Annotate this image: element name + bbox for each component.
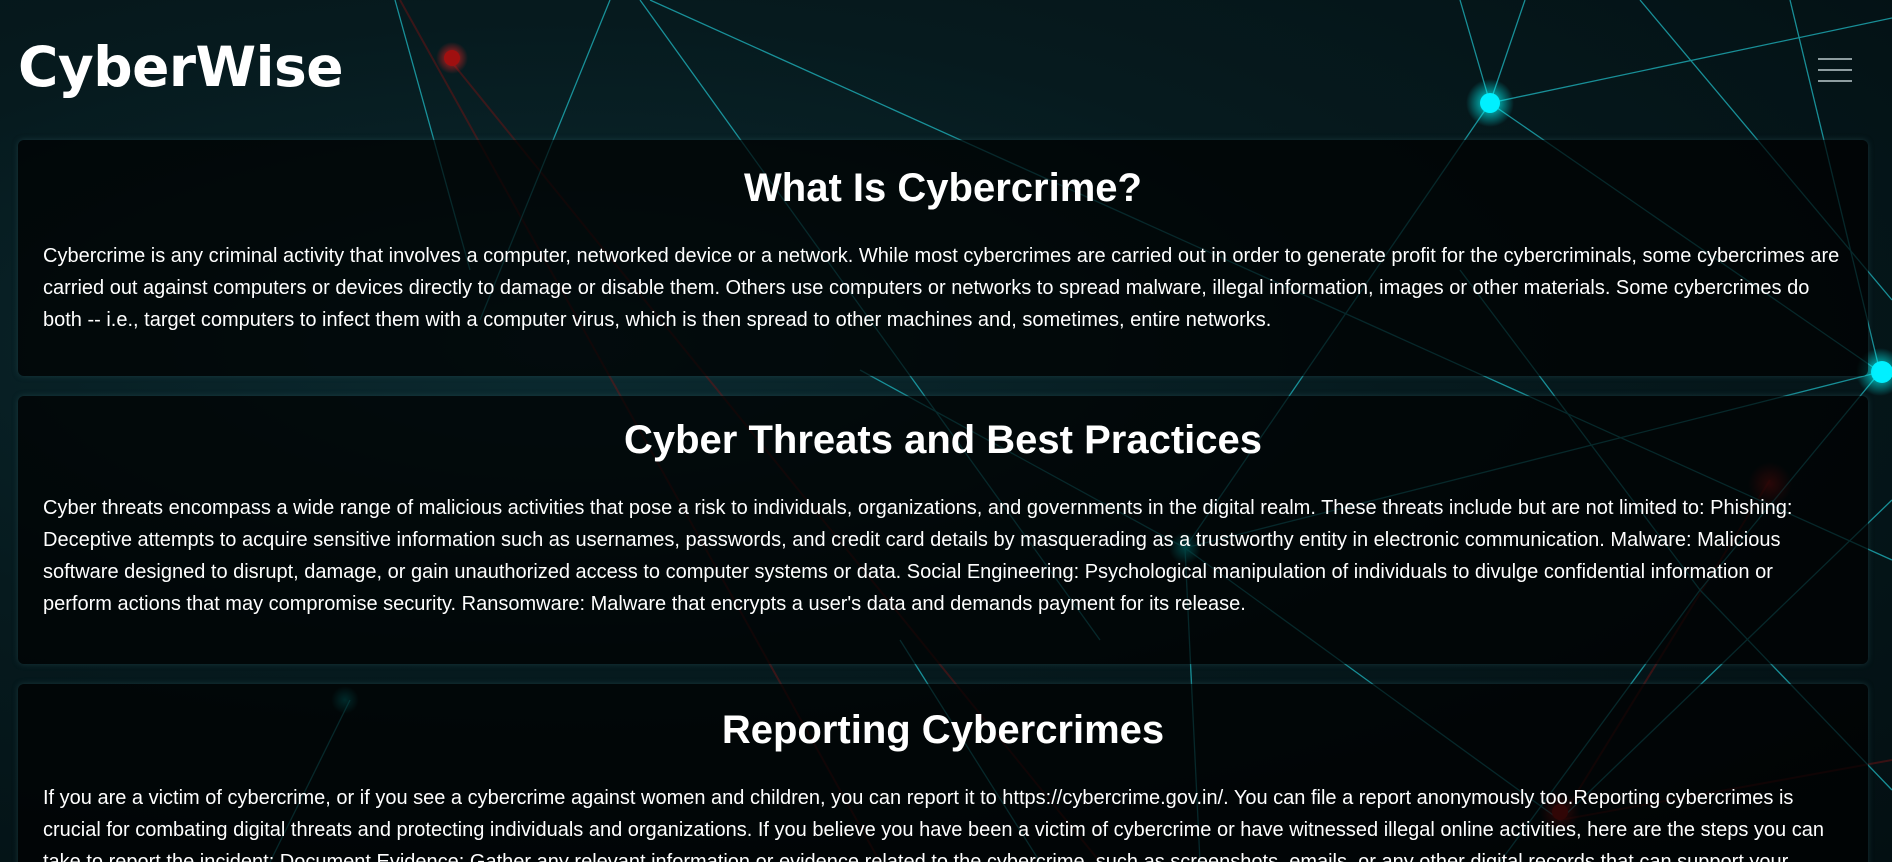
menu-bar-top (1818, 58, 1852, 60)
section-body: Cyber threats encompass a wide range of … (43, 497, 1793, 615)
hamburger-menu-icon[interactable] (1818, 58, 1852, 82)
section-what-is-cybercrime: What Is Cybercrime? Cybercrime is any cr… (18, 140, 1868, 376)
menu-bar-middle (1818, 69, 1852, 71)
section-title: What Is Cybercrime? (744, 166, 1142, 210)
section-body: Cybercrime is any criminal activity that… (43, 245, 1840, 331)
site-header: CyberWise (0, 0, 1892, 135)
section-title: Cyber Threats and Best Practices (623, 418, 1263, 462)
page: CyberWise What Is Cybercrime? Cybercrime… (0, 0, 1892, 862)
site-logo[interactable]: CyberWise (18, 34, 344, 100)
menu-bar-bottom (1818, 80, 1852, 82)
section-cyber-threats: Cyber Threats and Best Practices Cyber t… (18, 396, 1868, 664)
section-reporting-cybercrimes: Reporting Cybercrimes If you are a victi… (18, 684, 1868, 862)
section-title: Reporting Cybercrimes (721, 708, 1165, 752)
section-body: If you are a victim of cybercrime, or if… (43, 787, 1824, 862)
